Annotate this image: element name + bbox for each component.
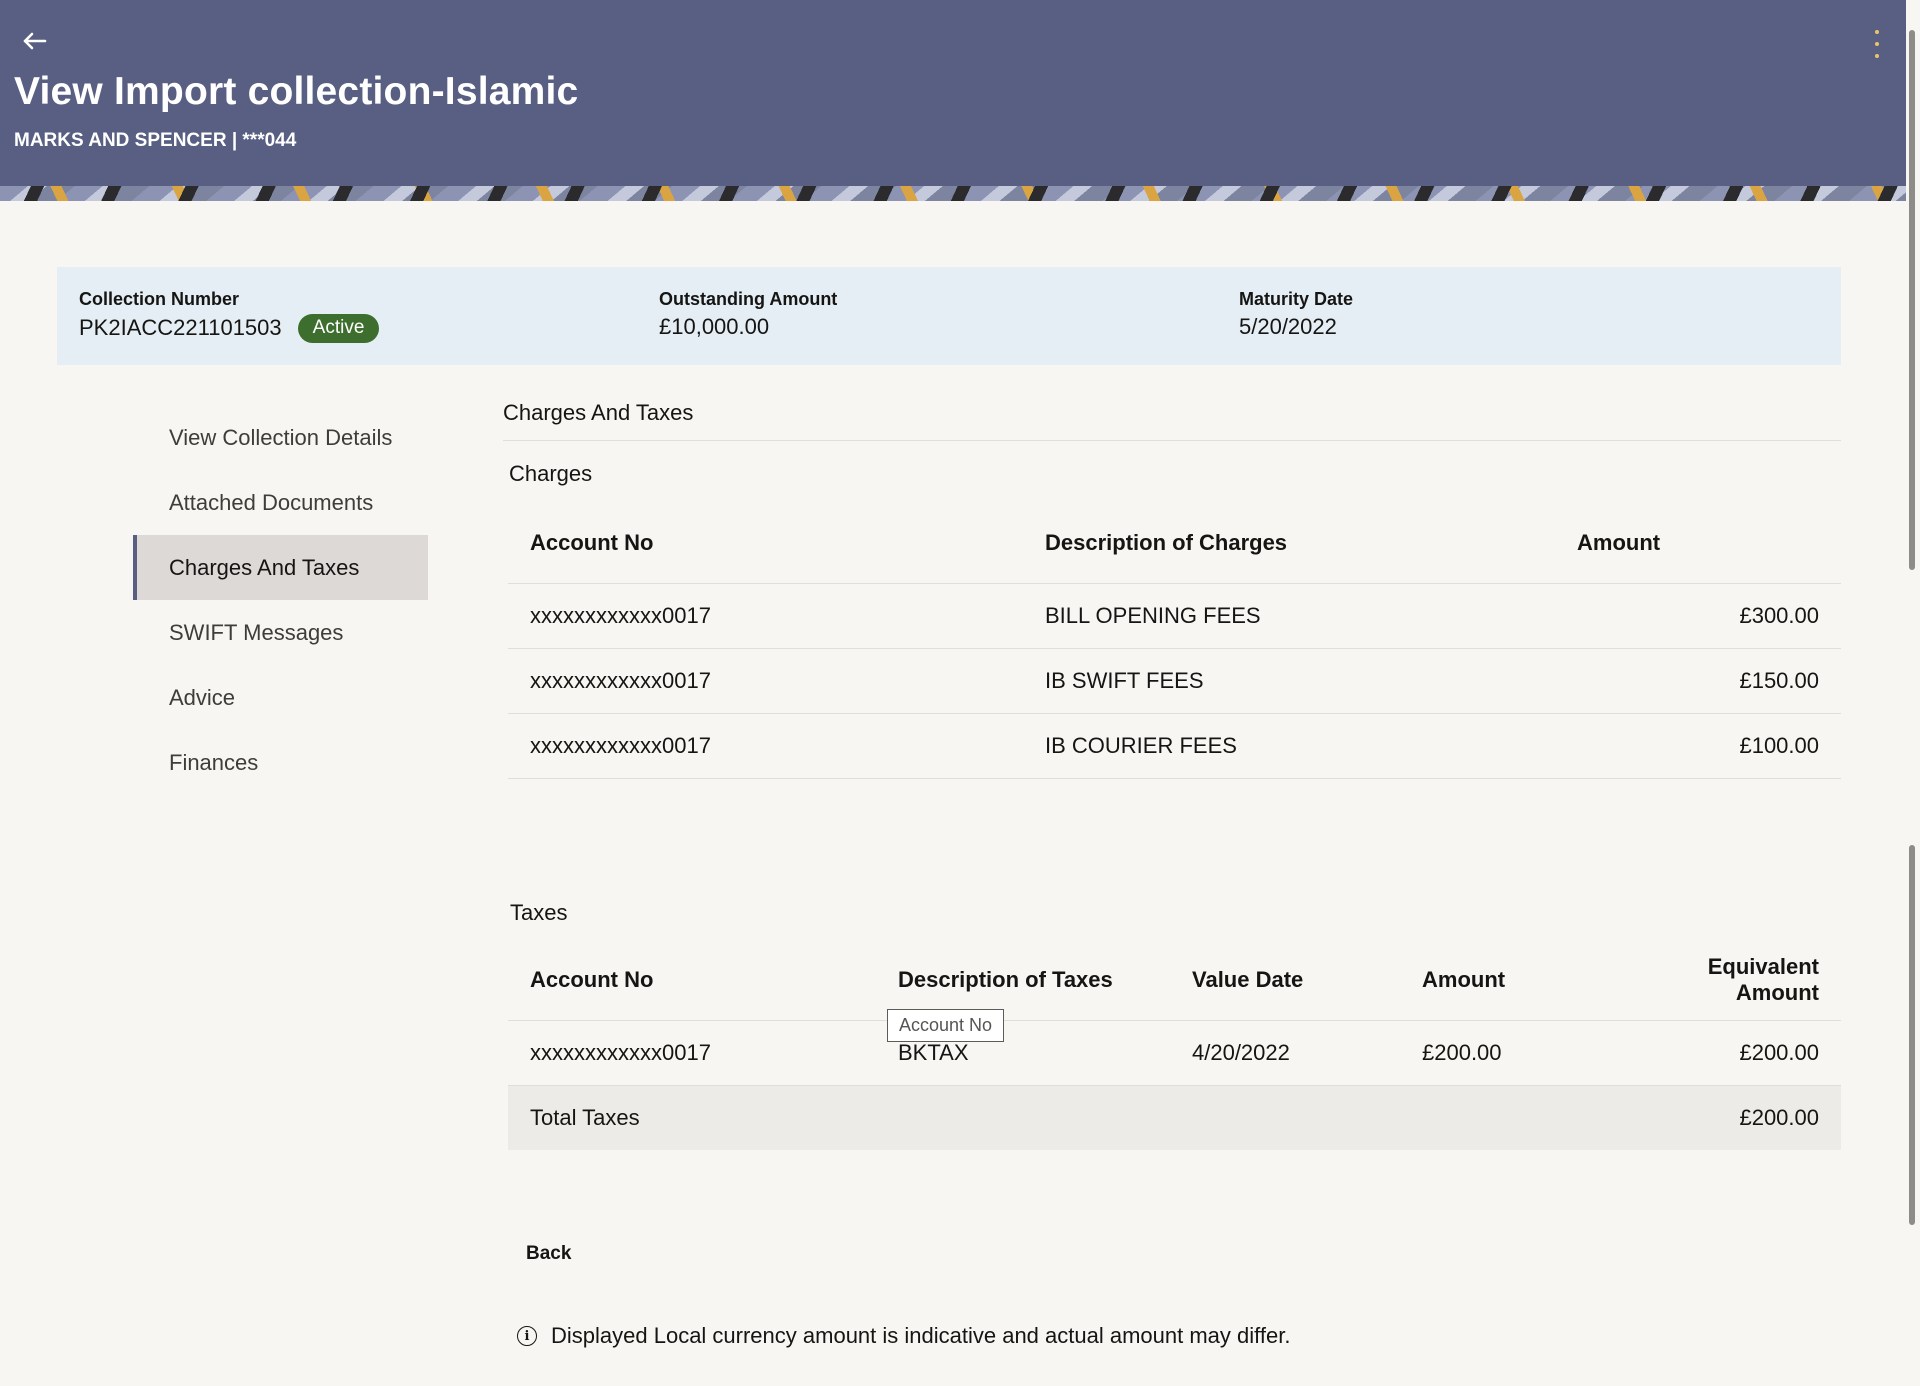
outstanding-amount-label: Outstanding Amount <box>659 289 838 309</box>
kebab-menu-icon[interactable] <box>1870 30 1884 58</box>
charge-account: xxxxxxxxxxxx0017 <box>508 713 1023 779</box>
charges-header-row: Account No Description of Charges Amount <box>508 503 1841 584</box>
total-taxes-label: Total Taxes <box>508 1085 1630 1150</box>
sidenav-item-swift-messages[interactable]: SWIFT Messages <box>133 600 428 665</box>
arrow-left-icon[interactable] <box>20 26 56 62</box>
collection-number: PK2IACC221101503 <box>79 315 282 340</box>
column-header-description-of-taxes: Description of Taxes <box>876 940 1170 1021</box>
collection-number-group: Collection Number PK2IACC221101503 Active <box>79 289 380 343</box>
maturity-date-group: Maturity Date 5/20/2022 <box>1239 289 1353 340</box>
total-taxes-value: £200.00 <box>1630 1085 1841 1150</box>
total-taxes-row: Total Taxes £200.00 <box>508 1085 1841 1150</box>
tax-account: xxxxxxxxxxxx0017 <box>508 1020 876 1086</box>
scrollbar-thumb-secondary[interactable] <box>1909 845 1915 1225</box>
charges-row: xxxxxxxxxxxx0017 IB COURIER FEES £100.00 <box>508 713 1841 779</box>
charges-table: Account No Description of Charges Amount… <box>508 503 1841 779</box>
column-header-description-of-charges: Description of Charges <box>1023 503 1555 584</box>
equivalent-header-line1: Equivalent <box>1707 953 1819 979</box>
tooltip: Account No <box>887 1009 1005 1042</box>
charge-account: xxxxxxxxxxxx0017 <box>508 583 1023 649</box>
taxes-row: xxxxxxxxxxxx0017 BKTAX 4/20/2022 £200.00… <box>508 1020 1841 1086</box>
maturity-date-value: 5/20/2022 <box>1239 314 1337 339</box>
charge-account: xxxxxxxxxxxx0017 <box>508 648 1023 714</box>
taxes-section: Taxes Account No Description of Taxes Va… <box>503 900 1841 1150</box>
status-badge: Active <box>297 314 380 343</box>
sidenav-item-attached-documents[interactable]: Attached Documents <box>133 470 428 535</box>
back-button[interactable]: Back <box>526 1243 571 1265</box>
main-content: Charges And Taxes Charges Account No Des… <box>503 400 1841 1150</box>
charge-amount: £100.00 <box>1555 713 1841 779</box>
equivalent-header-line2: Amount <box>1735 979 1819 1005</box>
page-header: View Import collection-Islamic MARKS AND… <box>0 0 1906 201</box>
column-header-amount: Amount <box>1400 940 1630 1021</box>
page-scrollbar[interactable] <box>1906 0 1920 1386</box>
header-decorative-pattern <box>0 186 1906 201</box>
page-subtitle: MARKS AND SPENCER | ***044 <box>14 130 297 151</box>
sidenav-item-view-collection-details[interactable]: View Collection Details <box>133 405 428 470</box>
tax-amount: £200.00 <box>1400 1020 1630 1086</box>
sidenav-item-advice[interactable]: Advice <box>133 665 428 730</box>
outstanding-amount-value: £10,000.00 <box>659 314 770 339</box>
outstanding-amount-group: Outstanding Amount £10,000.00 <box>659 289 837 340</box>
column-header-account-no: Account No <box>508 940 876 1021</box>
maturity-date-label: Maturity Date <box>1239 289 1354 309</box>
sidenav-item-charges-and-taxes[interactable]: Charges And Taxes <box>133 535 428 600</box>
scrollbar-thumb[interactable] <box>1909 30 1915 570</box>
charge-description: IB SWIFT FEES <box>1023 648 1555 714</box>
taxes-title: Taxes <box>510 900 568 925</box>
info-note: i Displayed Local currency amount is ind… <box>517 1323 1290 1349</box>
section-title: Charges And Taxes <box>503 400 1841 441</box>
column-header-amount: Amount <box>1555 503 1841 584</box>
charges-row: xxxxxxxxxxxx0017 BILL OPENING FEES £300.… <box>508 583 1841 649</box>
side-navigation: View Collection Details Attached Documen… <box>133 405 428 795</box>
column-header-account-no: Account No <box>508 503 1023 584</box>
collection-summary: Collection Number PK2IACC221101503 Active… <box>57 267 1841 365</box>
charge-amount: £150.00 <box>1555 648 1841 714</box>
column-header-equivalent-amount: Equivalent Amount <box>1630 940 1841 1021</box>
charge-amount: £300.00 <box>1555 583 1841 649</box>
charges-row: xxxxxxxxxxxx0017 IB SWIFT FEES £150.00 <box>508 648 1841 714</box>
charge-description: BILL OPENING FEES <box>1023 583 1555 649</box>
tax-equivalent-amount: £200.00 <box>1630 1020 1841 1086</box>
sidenav-item-finances[interactable]: Finances <box>133 730 428 795</box>
page-title: View Import collection-Islamic <box>14 70 579 113</box>
collection-number-label: Collection Number <box>79 289 240 309</box>
tax-value-date: 4/20/2022 <box>1170 1020 1400 1086</box>
charge-description: IB COURIER FEES <box>1023 713 1555 779</box>
info-icon: i <box>517 1326 537 1346</box>
taxes-table: Account No Description of Taxes Value Da… <box>508 940 1841 1150</box>
charges-title: Charges <box>509 461 593 486</box>
info-note-text: Displayed Local currency amount is indic… <box>551 1323 1291 1348</box>
collection-number-value: PK2IACC221101503 Active <box>79 314 380 343</box>
taxes-header-row: Account No Description of Taxes Value Da… <box>508 940 1841 1021</box>
column-header-value-date: Value Date <box>1170 940 1400 1021</box>
